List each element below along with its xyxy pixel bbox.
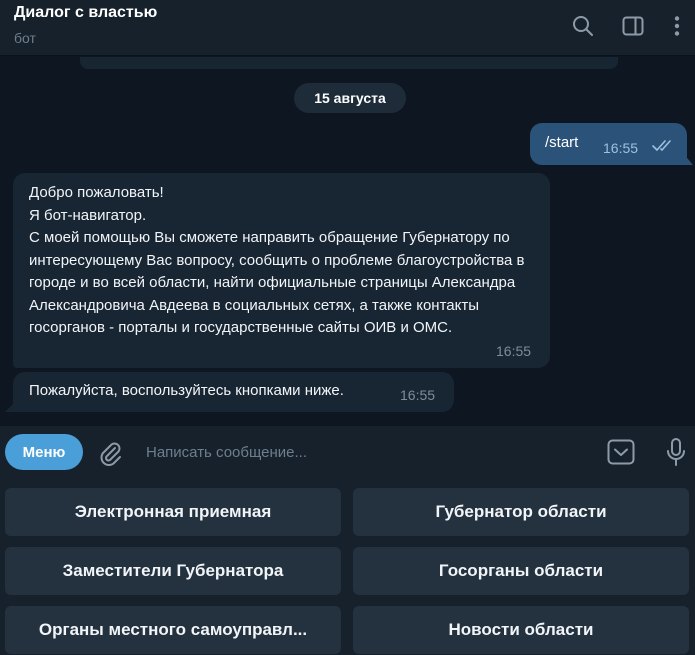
bot-keyboard-toggle-icon[interactable] (606, 437, 636, 467)
incoming-message[interactable]: Пожалуйста, воспользуйтесь кнопками ниже… (13, 372, 454, 412)
more-vertical-icon[interactable] (665, 14, 689, 38)
bot-menu-button[interactable]: Меню (5, 434, 83, 470)
message-time: 16:55 (603, 140, 639, 156)
keyboard-button-deputy-governors[interactable]: Заместители Губернатора (5, 547, 341, 595)
message-time: 16:55 (496, 343, 532, 359)
outgoing-message[interactable]: /start 16:55 (530, 123, 687, 165)
message-list[interactable]: 15 августа /start 16:55 Добро пожаловать… (0, 57, 695, 426)
previous-message-bubble (80, 57, 618, 69)
keyboard-button-governor[interactable]: Губернатор области (353, 488, 689, 536)
telegram-window: Диалог с властью бот 15 августа /start 1… (0, 0, 695, 655)
keyboard-button-state-agencies[interactable]: Госорганы области (353, 547, 689, 595)
bot-reply-keyboard: Электронная приемная Губернатор области … (0, 480, 695, 655)
chat-subtitle: бот (14, 30, 36, 46)
keyboard-button-region-news[interactable]: Новости области (353, 606, 689, 654)
chat-header: Диалог с властью бот (0, 0, 695, 56)
message-text[interactable]: Добро пожаловать! Я бот-навигатор. С мое… (29, 182, 534, 340)
microphone-icon[interactable] (664, 436, 688, 468)
attach-paperclip-icon[interactable] (96, 439, 124, 467)
message-input[interactable] (146, 438, 586, 466)
incoming-message[interactable]: Добро пожаловать! Я бот-навигатор. С мое… (13, 173, 550, 368)
message-composer: Меню (0, 426, 695, 480)
message-time: 16:55 (400, 387, 436, 403)
sidebar-toggle-icon[interactable] (621, 14, 645, 38)
keyboard-button-local-government[interactable]: Органы местного самоуправл... (5, 606, 341, 654)
keyboard-button-electronic-reception[interactable]: Электронная приемная (5, 488, 341, 536)
message-text[interactable]: /start (545, 132, 578, 155)
read-double-check-icon (652, 140, 671, 151)
date-separator[interactable]: 15 августа (294, 83, 406, 113)
chat-title[interactable]: Диалог с властью (14, 4, 157, 22)
outgoing-bubble-tail (683, 153, 693, 165)
search-icon[interactable] (571, 14, 595, 38)
message-text[interactable]: Пожалуйста, воспользуйтесь кнопками ниже… (29, 380, 344, 403)
